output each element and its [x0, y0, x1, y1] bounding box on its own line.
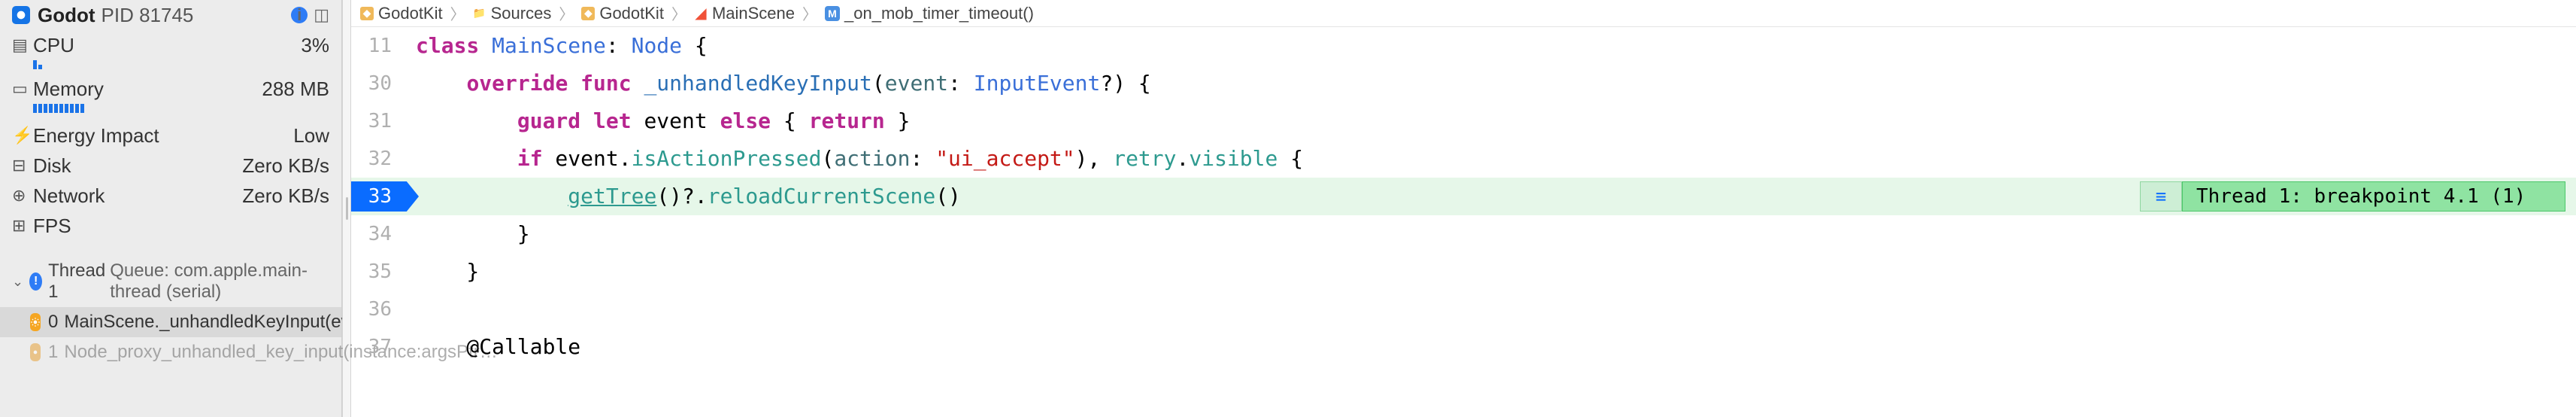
code-content[interactable]: override func _unhandledKeyInput(event: … — [404, 65, 2576, 102]
editor-pane: ◆ GodotKit 〉 📁 Sources 〉 ◆ GodotKit 〉 ◢ Main… — [351, 0, 2576, 417]
app-icon — [12, 6, 30, 24]
chevron-right-icon: 〉 — [802, 2, 817, 24]
crumb-sources[interactable]: 📁 Sources — [473, 4, 552, 23]
thread-header[interactable]: ⌄ ! Thread 1 Queue: com.apple.main-threa… — [0, 256, 341, 307]
crumb-method[interactable]: M _on_mob_timer_timeout() — [825, 4, 1034, 23]
swift-icon: ◢ — [694, 7, 708, 20]
code-line[interactable]: 35 } — [351, 253, 2576, 291]
code-line[interactable]: 32 if event.isActionPressed(action: "ui_… — [351, 140, 2576, 178]
frame-index: 1 — [48, 342, 58, 363]
gear-icon — [30, 343, 41, 361]
line-number[interactable]: 33 — [351, 178, 404, 215]
thread-title: Thread 1 — [48, 260, 105, 303]
code-content[interactable]: guard let event else { return } — [404, 102, 2576, 140]
network-value: Zero KB/s — [242, 184, 329, 208]
metric-cpu[interactable]: ▤ CPU 3% — [0, 30, 341, 60]
memory-value: 288 MB — [262, 78, 329, 101]
disk-icon: ⊟ — [12, 156, 33, 175]
stack-frame-1[interactable]: 1 Node_proxy_unhandled_key_input(instanc… — [0, 337, 341, 367]
pid-label: PID 81745 — [102, 4, 194, 27]
code-line[interactable]: 33 getTree()?.reloadCurrentScene()≡Threa… — [351, 178, 2576, 215]
cpu-value: 3% — [301, 34, 329, 57]
disk-label: Disk — [33, 154, 242, 178]
energy-label: Energy Impact — [33, 124, 293, 148]
network-label: Network — [33, 184, 242, 208]
metric-energy[interactable]: ⚡ Energy Impact Low — [0, 120, 341, 151]
metric-disk[interactable]: ⊟ Disk Zero KB/s — [0, 151, 341, 181]
crumb-godotkit[interactable]: ◆ GodotKit — [360, 4, 443, 23]
method-icon: M — [825, 6, 840, 21]
memory-icon: ▭ — [12, 79, 33, 99]
code-content[interactable]: @Callable — [404, 328, 2576, 366]
line-number[interactable]: 11 — [351, 27, 404, 65]
thread-icon: ! — [29, 272, 42, 291]
code-line[interactable]: 31 guard let event else { return } — [351, 102, 2576, 140]
crumb-mainscene[interactable]: ◢ MainScene — [694, 4, 795, 23]
execution-indicator-bars[interactable]: ≡ — [2140, 181, 2182, 212]
crumb-label: GodotKit — [378, 4, 443, 23]
disk-value: Zero KB/s — [242, 154, 329, 178]
thread-subtitle: Queue: com.apple.main-thread (serial) — [110, 260, 329, 303]
cpu-icon: ▤ — [12, 35, 33, 55]
info-icon[interactable]: i — [291, 7, 308, 23]
line-number[interactable]: 30 — [351, 65, 404, 102]
fps-icon: ⊞ — [12, 216, 33, 236]
metric-fps[interactable]: ⊞ FPS — [0, 211, 341, 241]
code-editor[interactable]: 11class MainScene: Node {30 override fun… — [351, 27, 2576, 417]
columns-icon[interactable]: ◫ — [314, 5, 329, 25]
code-content[interactable]: class MainScene: Node { — [404, 27, 2576, 65]
line-number[interactable]: 37 — [351, 328, 404, 366]
metric-network[interactable]: ⊕ Network Zero KB/s — [0, 181, 341, 211]
crumb-label: _on_mob_timer_timeout() — [844, 4, 1034, 23]
cpu-label: CPU — [33, 34, 301, 57]
code-content[interactable]: } — [404, 215, 2576, 253]
memory-usage-bar — [33, 104, 329, 113]
code-line[interactable]: 36 — [351, 291, 2576, 328]
crumb-label: GodotKit — [599, 4, 664, 23]
debug-sidebar: Godot PID 81745 i ◫ ▤ CPU 3% ▭ Memory 28… — [0, 0, 342, 417]
execution-indicator[interactable]: Thread 1: breakpoint 4.1 (1) — [2182, 181, 2565, 212]
code-line[interactable]: 11class MainScene: Node { — [351, 27, 2576, 65]
line-number[interactable]: 31 — [351, 102, 404, 140]
fps-label: FPS — [33, 215, 329, 238]
chevron-right-icon: 〉 — [671, 2, 686, 24]
code-content[interactable]: } — [404, 253, 2576, 291]
chevron-right-icon: 〉 — [450, 2, 465, 24]
package-icon: ◆ — [581, 7, 595, 20]
line-number[interactable]: 35 — [351, 253, 404, 291]
energy-value: Low — [293, 124, 329, 148]
line-number[interactable]: 36 — [351, 291, 404, 328]
memory-label: Memory — [33, 78, 262, 101]
breadcrumb[interactable]: ◆ GodotKit 〉 📁 Sources 〉 ◆ GodotKit 〉 ◢ Main… — [351, 0, 2576, 27]
network-icon: ⊕ — [12, 186, 33, 205]
crumb-godotkit2[interactable]: ◆ GodotKit — [581, 4, 664, 23]
cpu-usage-bar — [33, 60, 329, 69]
energy-icon: ⚡ — [12, 126, 33, 145]
stack-frame-0[interactable]: 0 MainScene._unhandledKeyInput(event:) — [0, 307, 341, 337]
crumb-label: Sources — [491, 4, 552, 23]
code-content[interactable]: if event.isActionPressed(action: "ui_acc… — [404, 140, 2576, 178]
chevron-right-icon: 〉 — [559, 2, 574, 24]
process-header[interactable]: Godot PID 81745 i ◫ — [0, 0, 341, 30]
line-number[interactable]: 32 — [351, 140, 404, 178]
metric-memory[interactable]: ▭ Memory 288 MB — [0, 74, 341, 104]
frame-label: MainScene._unhandledKeyInput(event:) — [64, 312, 386, 333]
folder-icon: 📁 — [473, 7, 486, 20]
code-line[interactable]: 37 @Callable — [351, 328, 2576, 366]
line-number[interactable]: 34 — [351, 215, 404, 253]
crumb-label: MainScene — [712, 4, 795, 23]
code-line[interactable]: 34 } — [351, 215, 2576, 253]
code-line[interactable]: 30 override func _unhandledKeyInput(even… — [351, 65, 2576, 102]
package-icon: ◆ — [360, 7, 374, 20]
chevron-down-icon[interactable]: ⌄ — [12, 274, 23, 290]
gear-icon — [30, 313, 41, 331]
app-name: Godot — [38, 4, 95, 27]
frame-index: 0 — [48, 312, 58, 333]
